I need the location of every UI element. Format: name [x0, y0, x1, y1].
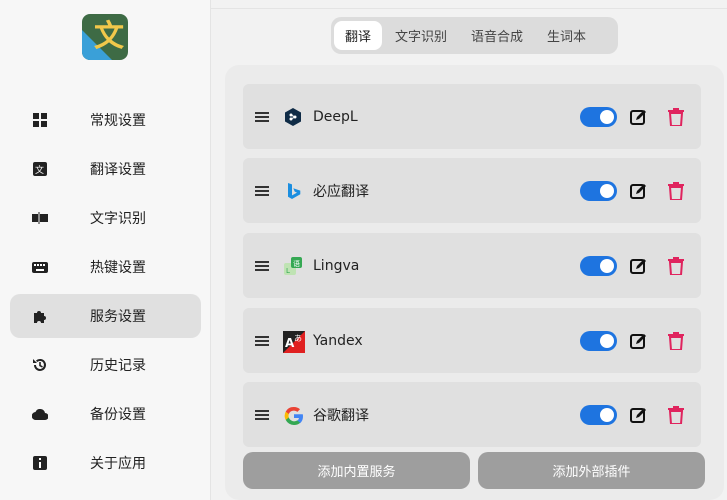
service-enable-toggle[interactable] — [580, 106, 617, 127]
service-enable-toggle[interactable] — [580, 330, 617, 351]
sidebar-item-label: 关于应用 — [90, 456, 146, 472]
tab-translate[interactable]: 翻译 — [334, 21, 383, 50]
edit-icon[interactable] — [630, 406, 648, 424]
service-card-deepl[interactable]: DeepL — [243, 84, 701, 149]
history-icon — [32, 357, 48, 373]
sidebar-item-label: 热键设置 — [90, 260, 146, 276]
service-name: 必应翻译 — [313, 183, 369, 200]
drag-handle-icon[interactable] — [255, 260, 269, 271]
ocr-icon — [32, 210, 48, 226]
service-card-google[interactable]: 谷歌翻译 — [243, 382, 701, 447]
drag-handle-icon[interactable] — [255, 111, 269, 122]
edit-icon[interactable] — [630, 332, 648, 350]
sidebar-item-about[interactable]: 关于应用 — [10, 441, 201, 485]
delete-icon[interactable] — [668, 107, 684, 127]
sidebar-item-label: 翻译设置 — [90, 162, 146, 178]
add-external-plugin-button[interactable]: 添加外部插件 — [478, 452, 705, 489]
sidebar-item-translate[interactable]: 文 翻译设置 — [10, 147, 201, 191]
sidebar-item-label: 常规设置 — [90, 113, 146, 129]
service-name: DeepL — [313, 108, 358, 125]
svg-text:あ: あ — [294, 334, 302, 343]
sidebar-item-general[interactable]: 常规设置 — [10, 98, 201, 142]
sidebar-item-service[interactable]: 服务设置 — [10, 294, 201, 338]
sidebar-item-label: 文字识别 — [90, 211, 146, 227]
translate-icon: 文 — [32, 161, 48, 177]
keyboard-icon — [32, 259, 48, 275]
edit-icon[interactable] — [630, 108, 648, 126]
bing-icon — [283, 181, 303, 201]
sidebar-item-backup[interactable]: 备份设置 — [10, 392, 201, 436]
cloud-icon — [32, 406, 48, 422]
service-card-bing[interactable]: 必应翻译 — [243, 158, 701, 223]
service-enable-toggle[interactable] — [580, 255, 617, 276]
tab-ocr[interactable]: 文字识别 — [384, 21, 458, 50]
sidebar-item-hotkey[interactable]: 热键设置 — [10, 245, 201, 289]
sidebar-item-label: 服务设置 — [90, 309, 146, 325]
service-name: 谷歌翻译 — [313, 407, 369, 424]
delete-icon[interactable] — [668, 181, 684, 201]
drag-handle-icon[interactable] — [255, 335, 269, 346]
svg-text:文: 文 — [35, 164, 44, 176]
sidebar-nav: 常规设置 文 翻译设置 文字识别 热键设置 服务设置 历史记录 备份设置 关于应… — [0, 98, 211, 490]
edit-icon[interactable] — [630, 182, 648, 200]
sidebar-item-history[interactable]: 历史记录 — [10, 343, 201, 387]
info-icon — [32, 455, 48, 471]
google-icon — [283, 405, 304, 425]
app-logo-icon: 文 — [82, 14, 128, 60]
service-name: Lingva — [313, 257, 360, 274]
svg-text:L: L — [286, 267, 290, 275]
sidebar-item-label: 历史记录 — [90, 358, 146, 374]
sidebar-item-ocr[interactable]: 文字识别 — [10, 196, 201, 240]
delete-icon[interactable] — [668, 405, 684, 425]
grid-icon — [32, 112, 48, 128]
edit-icon[interactable] — [630, 257, 648, 275]
sidebar-item-label: 备份设置 — [90, 407, 146, 423]
delete-icon[interactable] — [668, 331, 684, 351]
deepl-icon — [283, 107, 303, 127]
service-type-tabs: 翻译 文字识别 语音合成 生词本 — [331, 17, 618, 54]
svg-text:语: 语 — [293, 259, 300, 268]
drag-handle-icon[interactable] — [255, 409, 269, 420]
sidebar: 文 常规设置 文 翻译设置 文字识别 热键设置 服务设置 历史记录 备份设置 关… — [0, 0, 211, 500]
tab-tts[interactable]: 语音合成 — [460, 21, 534, 50]
lingva-icon: 语L — [283, 256, 303, 276]
service-enable-toggle[interactable] — [580, 404, 617, 425]
top-divider — [211, 0, 727, 9]
service-enable-toggle[interactable] — [580, 180, 617, 201]
tab-vocabulary[interactable]: 生词本 — [536, 21, 597, 50]
yandex-icon: Aあ — [283, 330, 305, 353]
delete-icon[interactable] — [668, 256, 684, 276]
drag-handle-icon[interactable] — [255, 185, 269, 196]
service-card-yandex[interactable]: Aあ Yandex — [243, 308, 701, 373]
service-name: Yandex — [313, 332, 363, 349]
add-builtin-service-button[interactable]: 添加内置服务 — [243, 452, 470, 489]
service-list-panel: DeepL 必应翻译 语L Lingva A あ Yandex 谷歌翻译 添加内… — [225, 65, 724, 500]
service-card-lingva[interactable]: 语L Lingva — [243, 233, 701, 298]
puzzle-icon — [32, 308, 48, 324]
